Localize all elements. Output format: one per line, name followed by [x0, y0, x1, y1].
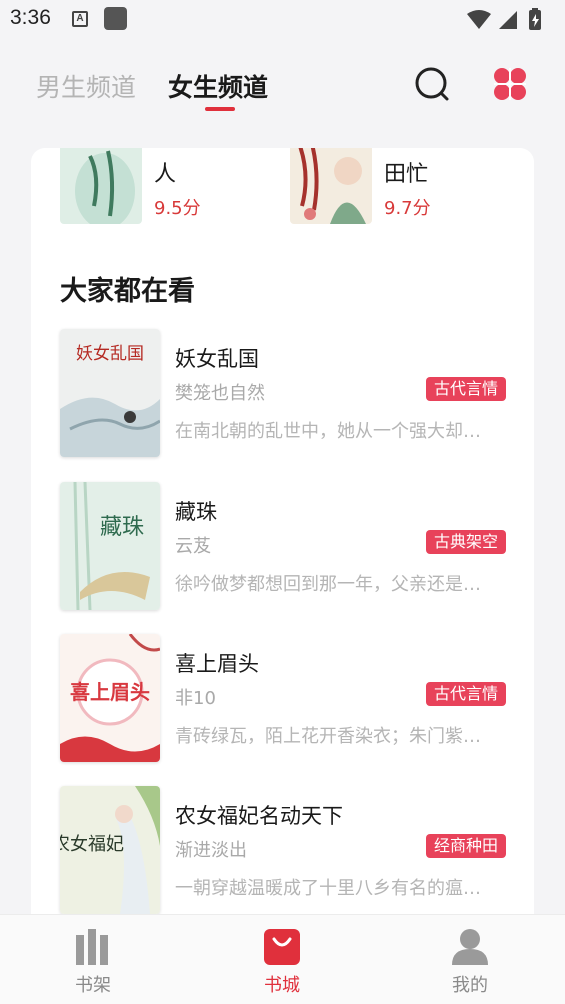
book-title: 田忙 [384, 162, 429, 187]
notification-app-icon [104, 7, 127, 30]
book-title: 人 [154, 162, 177, 187]
book-cover [60, 148, 142, 224]
book-title: 喜上眉头 [175, 652, 259, 676]
search-icon[interactable] [414, 66, 450, 102]
cover-title: 妖女乱国 [76, 344, 144, 364]
book-description: 在南北朝的乱世中，她从一个强大却… [175, 421, 481, 442]
nav-label: 我的 [452, 975, 488, 996]
book-category-tag: 古代言情 [425, 682, 506, 706]
cover-title: 藏珠 [100, 515, 144, 540]
book-score: 9.5分 [154, 198, 201, 219]
nav-profile[interactable]: 我的 [410, 915, 530, 1004]
book-description: 青砖绿瓦，陌上花开香染衣；朱门紫… [175, 726, 481, 747]
top-book-item[interactable]: 田忙 9.7分 [290, 148, 520, 224]
nav-bookshelf[interactable]: 书架 [33, 915, 153, 1004]
book-author: 樊笼也自然 [175, 383, 265, 404]
book-description: 一朝穿越温暖成了十里八乡有名的瘟… [175, 878, 481, 899]
user-icon [452, 929, 488, 965]
book-author: 渐进淡出 [175, 840, 247, 861]
book-list-card: 人 9.5分 田忙 9.7分 大家都在看 妖女乱国 妖女乱国 樊笼也自然 古代言… [31, 148, 534, 928]
notification-a-icon: A [72, 11, 88, 27]
signal-icon [499, 11, 517, 29]
tab-female-channel[interactable]: 女生频道 [168, 68, 268, 104]
book-title: 藏珠 [175, 500, 217, 524]
book-list-item[interactable]: 农女福妃 农女福妃名动天下 渐进淡出 经商种田 一朝穿越温暖成了十里八乡有名的瘟… [60, 786, 506, 916]
book-cover: 妖女乱国 [60, 329, 160, 457]
book-category-tag: 经商种田 [425, 834, 506, 858]
bottom-nav: 书架 书城 我的 [0, 914, 565, 1004]
book-description: 徐吟做梦都想回到那一年，父亲还是… [175, 574, 481, 595]
category-icon[interactable] [492, 66, 528, 102]
book-author: 云芨 [175, 536, 211, 557]
top-book-item[interactable]: 人 9.5分 [60, 148, 280, 224]
book-list-item[interactable]: 藏珠 藏珠 云芨 古典架空 徐吟做梦都想回到那一年，父亲还是… [60, 482, 506, 612]
book-score: 9.7分 [384, 198, 431, 219]
cover-title: 农女福妃 [60, 834, 124, 855]
book-cover [290, 148, 372, 224]
section-title: 大家都在看 [60, 276, 195, 307]
nav-label: 书城 [264, 975, 300, 996]
nav-bookstore[interactable]: 书城 [222, 915, 342, 1004]
book-list-item[interactable]: 妖女乱国 妖女乱国 樊笼也自然 古代言情 在南北朝的乱世中，她从一个强大却… [60, 329, 506, 459]
active-tab-indicator [205, 107, 235, 111]
book-list-item[interactable]: 喜上眉头 喜上眉头 非10 古代言情 青砖绿瓦，陌上花开香染衣；朱门紫… [60, 634, 506, 764]
book-cover: 农女福妃 [60, 786, 160, 914]
channel-tabs: 男生频道 女生频道 [0, 60, 565, 120]
bookshelf-icon [76, 929, 108, 965]
system-status-icons [467, 8, 541, 30]
shopping-bag-icon [264, 929, 300, 965]
book-category-tag: 古代言情 [425, 377, 506, 401]
book-author: 非10 [175, 688, 216, 709]
tab-male-channel[interactable]: 男生频道 [36, 68, 136, 104]
status-bar: 3:36 A [0, 0, 565, 40]
wifi-icon [467, 10, 491, 29]
cover-title: 喜上眉头 [70, 680, 150, 704]
nav-label: 书架 [75, 975, 111, 996]
book-title: 农女福妃名动天下 [175, 804, 343, 828]
status-time: 3:36 [10, 6, 51, 29]
book-title: 妖女乱国 [175, 347, 259, 371]
book-cover: 喜上眉头 [60, 634, 160, 762]
book-category-tag: 古典架空 [425, 530, 506, 554]
book-cover: 藏珠 [60, 482, 160, 610]
